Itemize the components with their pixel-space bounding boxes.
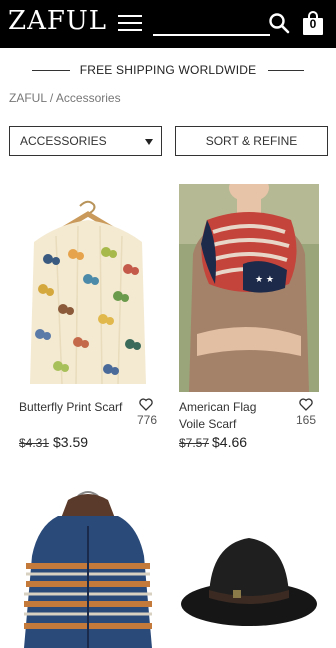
product-card[interactable]: Butterfly Print Scarf 776 $4.31 $3.59 <box>18 184 158 474</box>
product-name[interactable]: Butterfly Print Scarf <box>19 399 131 416</box>
like-count: 776 <box>136 413 157 427</box>
heart-icon[interactable] <box>139 398 153 411</box>
menu-icon[interactable] <box>118 13 142 33</box>
breadcrumb: ZAFUL / Accessories <box>9 91 121 105</box>
breadcrumb-separator: / <box>49 91 54 105</box>
product-card[interactable] <box>18 486 158 648</box>
sale-price: $4.66 <box>212 434 248 450</box>
product-name-line: American Flag <box>179 400 257 414</box>
shipping-banner: FREE SHIPPING WORLDWIDE <box>0 60 336 82</box>
breadcrumb-home-link[interactable]: ZAFUL <box>9 91 47 105</box>
sort-refine-button[interactable]: SORT & REFINE <box>175 126 328 156</box>
product-card[interactable]: ★ ★ American Flag Voile Scarf 165 $7.57 … <box>179 184 319 474</box>
product-image[interactable] <box>179 486 319 648</box>
search-icon[interactable] <box>268 12 290 34</box>
product-image[interactable] <box>18 184 158 392</box>
product-name[interactable]: American Flag Voile Scarf <box>179 399 291 433</box>
breadcrumb-current: Accessories <box>55 91 121 105</box>
heart-icon[interactable] <box>299 398 313 411</box>
top-header: ZAFUL 0 <box>0 0 336 48</box>
bag-icon[interactable]: 0 <box>302 11 324 36</box>
category-dropdown[interactable]: ACCESSORIES <box>9 126 162 156</box>
product-card[interactable] <box>179 486 319 648</box>
sale-price: $3.59 <box>53 434 89 450</box>
product-image[interactable]: ★ ★ <box>179 184 319 392</box>
divider <box>268 70 304 71</box>
category-dropdown-label: ACCESSORIES <box>20 134 107 148</box>
bag-count-badge: 0 <box>309 17 317 31</box>
like-count: 165 <box>295 413 316 427</box>
caret-down-icon <box>145 139 153 145</box>
zaful-logo[interactable]: ZAFUL <box>8 6 107 36</box>
product-image[interactable] <box>18 486 158 648</box>
search-input[interactable] <box>153 14 270 36</box>
svg-text:★ ★: ★ ★ <box>255 275 274 285</box>
original-price: $4.31 <box>19 436 50 450</box>
product-name-line: Voile Scarf <box>179 417 237 431</box>
original-price: $7.57 <box>179 436 210 450</box>
